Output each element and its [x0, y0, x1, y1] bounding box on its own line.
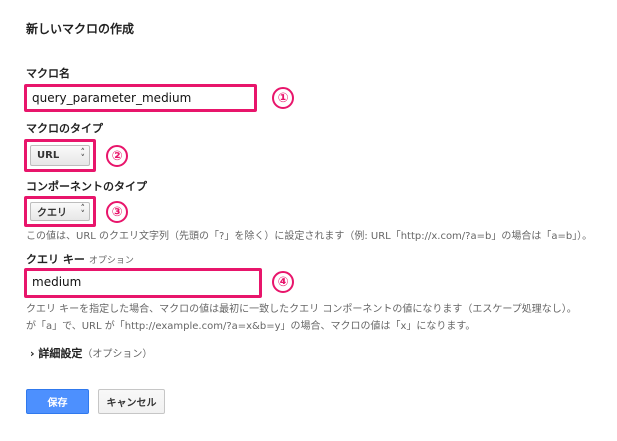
- advanced-settings-label: 詳細設定: [38, 347, 83, 360]
- macro-name-input[interactable]: query_parameter_medium: [27, 87, 254, 109]
- macro-type-select[interactable]: URL ˄ ˅: [30, 145, 90, 166]
- up-down-chevron-icon: ˄ ˅: [80, 203, 86, 220]
- component-type-value: クエリ: [37, 208, 67, 219]
- query-key-input[interactable]: medium: [27, 271, 259, 295]
- macro-type-highlight: URL ˄ ˅: [24, 139, 96, 172]
- save-button[interactable]: 保存: [26, 389, 89, 414]
- page-title: 新しいマクロの作成: [26, 22, 135, 36]
- chevron-right-icon: ›: [30, 347, 35, 360]
- macro-name-highlight: query_parameter_medium: [24, 84, 257, 112]
- advanced-settings-toggle[interactable]: › 詳細設定（オプション）: [30, 345, 152, 361]
- macro-name-label: マクロ名: [26, 67, 70, 80]
- query-key-help-line1: クエリ キーを指定した場合、マクロの値は最初に一致したクエリ コンポーネントの値…: [26, 304, 577, 315]
- marker-1: ①: [272, 87, 294, 109]
- query-key-help-line2: が「a」で、URL が「http://example.com/?a=x&b=y」…: [26, 321, 476, 332]
- query-key-highlight: medium: [24, 268, 262, 298]
- component-type-select[interactable]: クエリ ˄ ˅: [30, 202, 90, 221]
- marker-3: ③: [106, 201, 128, 223]
- query-key-label: クエリ キー: [26, 253, 85, 266]
- marker-2: ②: [106, 145, 128, 167]
- macro-type-value: URL: [37, 150, 60, 161]
- advanced-settings-optional: （オプション）: [82, 349, 153, 360]
- marker-4: ④: [272, 271, 294, 293]
- component-type-label: コンポーネントのタイプ: [26, 180, 147, 193]
- component-type-highlight: クエリ ˄ ˅: [24, 196, 96, 227]
- query-key-label-row: クエリ キー オプション: [26, 251, 134, 267]
- cancel-button[interactable]: キャンセル: [98, 389, 165, 414]
- query-key-optional: オプション: [88, 256, 134, 266]
- macro-type-label: マクロのタイプ: [26, 122, 103, 135]
- component-type-help: この値は、URL のクエリ文字列（先頭の「?」を除く）に設定されます（例: UR…: [26, 231, 593, 242]
- up-down-chevron-icon: ˄ ˅: [80, 147, 86, 164]
